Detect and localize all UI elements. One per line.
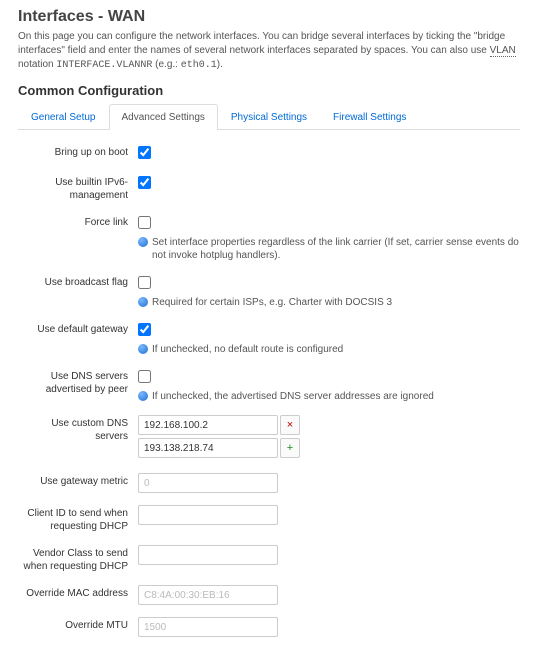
default-gw-label: Use default gateway [18, 321, 138, 337]
add-dns-button[interactable]: + [280, 438, 300, 458]
custom-dns-input-1[interactable] [138, 438, 278, 458]
tab-firewall-settings[interactable]: Firewall Settings [320, 104, 419, 130]
broadcast-label: Use broadcast flag [18, 274, 138, 290]
remove-dns-button[interactable]: × [280, 415, 300, 435]
override-mac-label: Override MAC address [18, 585, 138, 601]
force-link-label: Force link [18, 214, 138, 230]
dns-peer-hint: If unchecked, the advertised DNS server … [152, 390, 434, 403]
notation-code: INTERFACE.VLANNR [56, 60, 152, 71]
vendor-class-label: Vendor Class to send when requesting DHC… [18, 545, 138, 573]
tab-physical-settings[interactable]: Physical Settings [218, 104, 320, 130]
force-link-checkbox[interactable] [138, 216, 151, 229]
vlan-abbr: VLAN [490, 45, 516, 57]
info-icon [138, 344, 148, 354]
broadcast-checkbox[interactable] [138, 276, 151, 289]
override-mac-input[interactable] [138, 585, 278, 605]
custom-dns-input-0[interactable] [138, 415, 278, 435]
dns-peer-checkbox[interactable] [138, 370, 151, 383]
ipv6-mgmt-label: Use builtin IPv6-management [18, 174, 138, 202]
tab-bar: General Setup Advanced Settings Physical… [18, 104, 520, 130]
client-id-label: Client ID to send when requesting DHCP [18, 505, 138, 533]
info-icon [138, 297, 148, 307]
default-gw-hint: If unchecked, no default route is config… [152, 343, 343, 356]
info-icon [138, 391, 148, 401]
gw-metric-input[interactable] [138, 473, 278, 493]
gw-metric-label: Use gateway metric [18, 473, 138, 489]
client-id-input[interactable] [138, 505, 278, 525]
override-mtu-input[interactable] [138, 617, 278, 637]
bring-up-checkbox[interactable] [138, 146, 151, 159]
info-icon [138, 237, 148, 247]
section-heading: Common Configuration [18, 83, 520, 98]
tab-advanced-settings[interactable]: Advanced Settings [109, 104, 218, 130]
custom-dns-label: Use custom DNS servers [18, 415, 138, 443]
page-title: Interfaces - WAN [18, 8, 520, 26]
bring-up-label: Bring up on boot [18, 144, 138, 160]
ipv6-mgmt-checkbox[interactable] [138, 176, 151, 189]
dns-peer-label: Use DNS servers advertised by peer [18, 368, 138, 396]
default-gw-checkbox[interactable] [138, 323, 151, 336]
force-link-hint: Set interface properties regardless of t… [152, 236, 520, 262]
broadcast-hint: Required for certain ISPs, e.g. Charter … [152, 296, 392, 309]
example-code: eth0.1 [181, 60, 217, 71]
vendor-class-input[interactable] [138, 545, 278, 565]
override-mtu-label: Override MTU [18, 617, 138, 633]
tab-general-setup[interactable]: General Setup [18, 104, 109, 130]
page-description: On this page you can configure the netwo… [18, 30, 520, 73]
